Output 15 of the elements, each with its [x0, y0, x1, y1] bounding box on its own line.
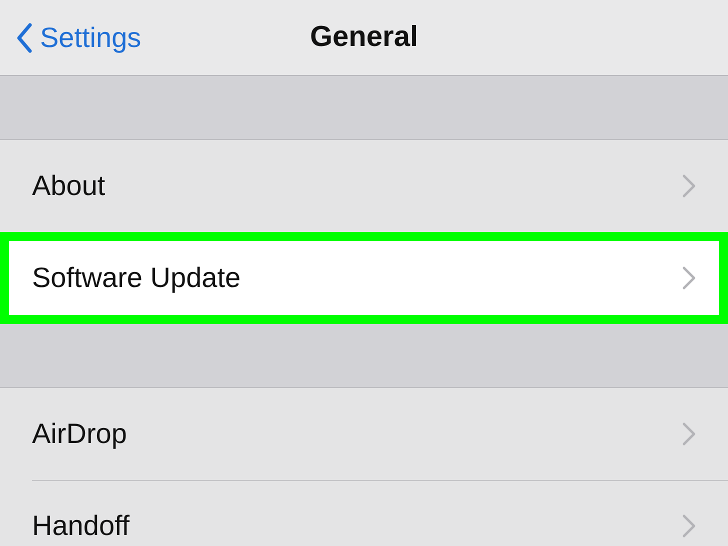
row-label: Handoff [32, 509, 130, 543]
chevron-icon [682, 266, 696, 290]
back-button[interactable]: Settings [0, 0, 142, 76]
row-label: About [32, 169, 106, 203]
back-chevron-icon [16, 23, 32, 53]
settings-row[interactable]: About [0, 140, 728, 232]
row-label: Software Update [32, 261, 241, 295]
chevron-icon [682, 174, 696, 198]
settings-row[interactable]: AirDrop [0, 388, 728, 480]
row-label: AirDrop [32, 417, 127, 451]
highlighted-settings-row[interactable]: Software Update [0, 232, 728, 324]
screen-title: General [310, 20, 418, 56]
chevron-icon [682, 422, 696, 446]
settings-row[interactable]: Handoff [0, 480, 728, 546]
chevron-icon [682, 514, 696, 538]
